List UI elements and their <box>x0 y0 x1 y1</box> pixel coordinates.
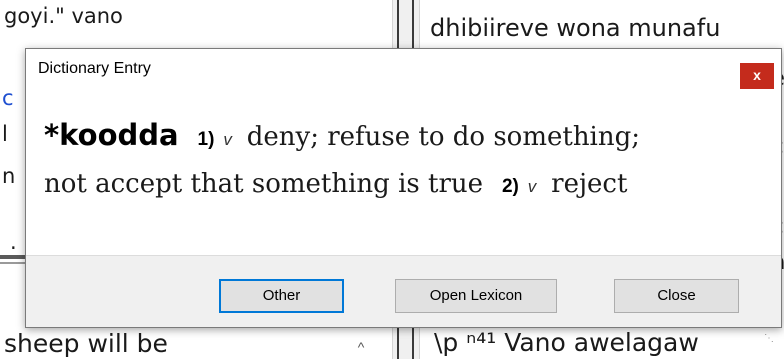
left-selection-mark-2 <box>0 262 25 264</box>
sense-number-2: 2) <box>501 176 519 197</box>
part-of-speech-2: v <box>527 177 537 196</box>
left-fragment-3: n <box>2 164 16 188</box>
sense-number-1: 1) <box>197 129 215 150</box>
left-pane-line-1: goyi." vano <box>4 4 123 28</box>
gloss-1-line-1: deny; refuse to do something; <box>246 122 641 152</box>
other-button[interactable]: Other <box>219 279 344 313</box>
dictionary-entry-content: *koodda 1) v deny; refuse to do somethin… <box>44 111 764 207</box>
resize-grip-icon[interactable]: ⋱ <box>764 332 778 346</box>
open-lexicon-button[interactable]: Open Lexicon <box>395 279 557 313</box>
scroll-up-icon[interactable]: ^ <box>352 338 370 356</box>
entry-line-1: *koodda 1) v deny; refuse to do somethin… <box>44 111 764 159</box>
part-of-speech-1: v <box>223 130 232 149</box>
dialog-button-bar: Other Open Lexicon Close <box>26 255 781 327</box>
entry-line-2: not accept that something is true 2) v r… <box>44 159 764 207</box>
right-pane-line-1: dhibiireve wona munafu <box>430 14 721 42</box>
headword: *koodda <box>44 118 179 152</box>
left-fragment-1: c <box>2 86 14 110</box>
left-fragment-2: l <box>2 122 8 146</box>
left-fragment-4: . <box>10 230 17 254</box>
dialog-title: Dictionary Entry <box>38 60 151 77</box>
close-button[interactable]: Close <box>614 279 739 313</box>
gloss-2: reject <box>551 169 628 199</box>
left-selection-mark <box>0 255 25 259</box>
dictionary-entry-dialog: Dictionary Entry x *koodda 1) v deny; re… <box>25 48 782 328</box>
close-icon[interactable]: x <box>740 63 774 89</box>
dialog-titlebar[interactable]: Dictionary Entry x <box>26 49 781 91</box>
gloss-1-line-2: not accept that something is true <box>44 169 484 199</box>
right-pane-line-2: \p ⁿ⁴¹ Vano awelagaw <box>434 328 699 357</box>
left-pane-line-2: sheep will be <box>4 329 168 358</box>
